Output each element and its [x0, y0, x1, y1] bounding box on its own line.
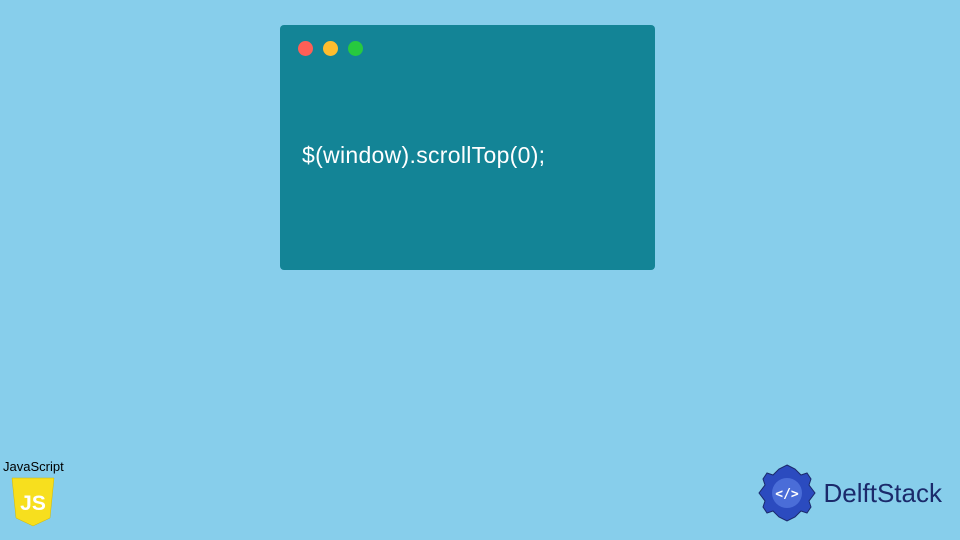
brand-name: DelftStack — [824, 478, 943, 509]
traffic-lights — [280, 25, 655, 72]
javascript-badge: JavaScript JS — [3, 459, 64, 528]
brand-logo-icon: </> — [756, 462, 818, 524]
shield-text: JS — [21, 492, 47, 515]
javascript-label: JavaScript — [3, 459, 64, 474]
code-snippet: $(window).scrollTop(0); — [280, 72, 655, 169]
maximize-icon — [348, 41, 363, 56]
close-icon — [298, 41, 313, 56]
brand: </> DelftStack — [756, 462, 943, 524]
minimize-icon — [323, 41, 338, 56]
javascript-shield-icon: JS — [10, 476, 56, 528]
svg-text:</>: </> — [775, 487, 799, 502]
code-window: $(window).scrollTop(0); — [280, 25, 655, 270]
